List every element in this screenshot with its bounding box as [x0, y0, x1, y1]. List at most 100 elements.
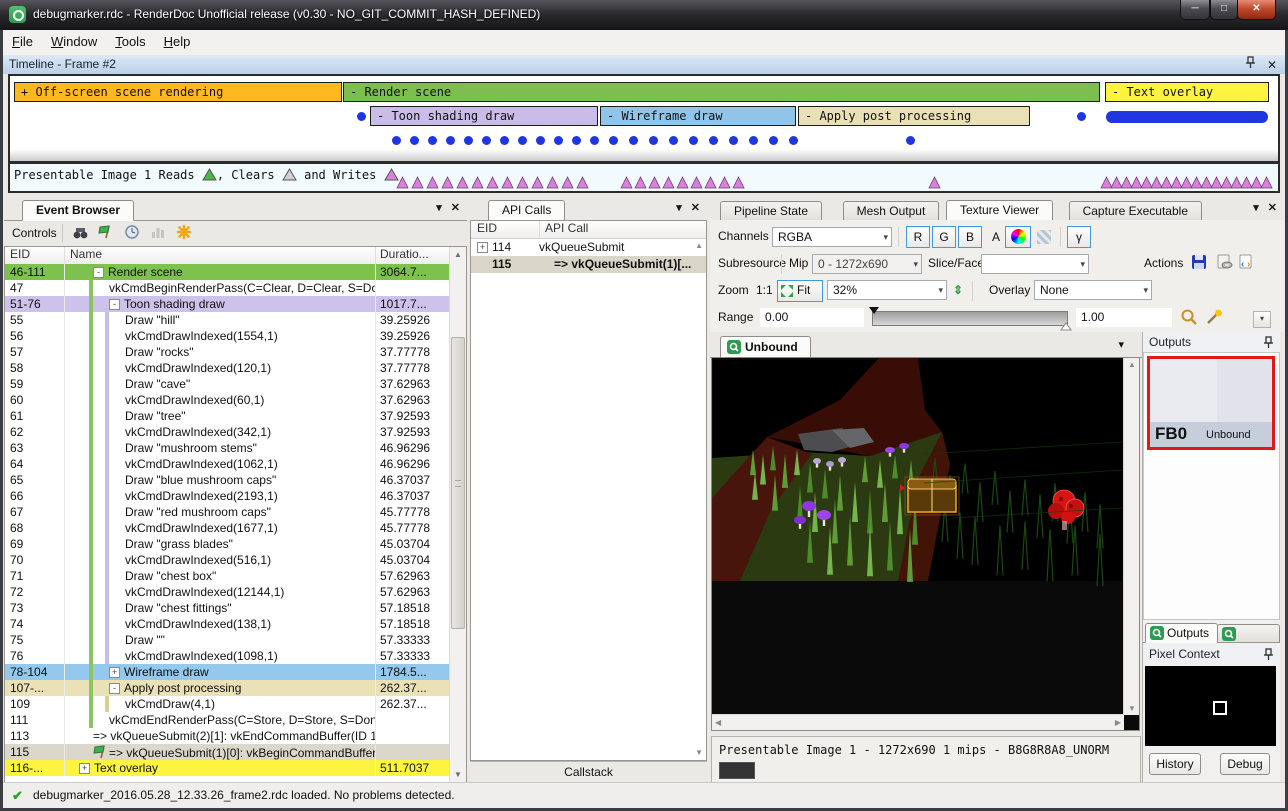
checkerboard-button[interactable]	[1033, 226, 1055, 248]
bookmark-icon[interactable]	[176, 224, 194, 242]
table-row[interactable]: 65Draw "blue mushroom caps"46.37037	[5, 472, 450, 488]
scroll-down-icon[interactable]: ▼	[450, 767, 466, 782]
menu-window[interactable]: Window	[42, 30, 106, 53]
history-button[interactable]: History	[1149, 753, 1201, 775]
time-icon[interactable]	[124, 224, 142, 242]
colorwheel-button[interactable]	[1005, 226, 1031, 248]
pin-icon[interactable]	[1245, 58, 1256, 72]
scroll-up-icon[interactable]: ▲	[1128, 360, 1136, 369]
save-icon[interactable]	[1191, 254, 1213, 274]
expand-icon[interactable]: +	[79, 763, 90, 774]
timeline-draw-dot[interactable]	[518, 136, 527, 145]
timeline-draw-dot[interactable]	[554, 136, 563, 145]
timeline-draw-dot[interactable]	[749, 136, 758, 145]
horizontal-scrollbar[interactable]: ◀ ▶	[712, 714, 1124, 730]
tab-inputs[interactable]: Inputs	[1217, 624, 1281, 643]
timeline-marker--apply-post-processing[interactable]: - Apply post processing	[798, 106, 1030, 126]
timeline-draw-dot[interactable]	[1077, 112, 1086, 121]
menu-help[interactable]: Help	[155, 30, 200, 53]
channels-select[interactable]: RGBA▾	[772, 227, 892, 247]
timeline-marker--wireframe-draw[interactable]: - Wireframe draw	[600, 106, 796, 126]
scroll-left-icon[interactable]: ◀	[715, 718, 721, 727]
zoom-range-icon[interactable]	[1180, 308, 1202, 328]
table-row[interactable]: 70vkCmdDrawIndexed(516,1)45.03704	[5, 552, 450, 568]
table-row[interactable]: 60vkCmdDrawIndexed(60,1)37.62963	[5, 392, 450, 408]
scroll-right-icon[interactable]: ▶	[1115, 718, 1121, 727]
vertical-scrollbar[interactable]: ▲ ▼	[1123, 358, 1139, 715]
table-row[interactable]: 58vkCmdDrawIndexed(120,1)37.77778	[5, 360, 450, 376]
table-row[interactable]: 78-104+Wireframe draw1784.5...	[5, 664, 450, 680]
timeline-draw-dot[interactable]	[789, 136, 798, 145]
tab-capture-executable[interactable]: Capture Executable	[1069, 201, 1202, 221]
collapse-icon[interactable]: -	[93, 267, 104, 278]
timeline-draw-dot[interactable]	[906, 136, 915, 145]
column-header-eid[interactable]: EID	[5, 247, 65, 264]
table-row[interactable]: 66vkCmdDrawIndexed(2193,1)46.37037	[5, 488, 450, 504]
expand-icon[interactable]: +	[109, 667, 120, 678]
tab-api-calls[interactable]: API Calls	[488, 200, 565, 221]
dropdown-icon[interactable]: ▾	[436, 202, 442, 214]
menu-tools[interactable]: Tools	[106, 30, 154, 53]
autorange-wand-icon[interactable]	[1205, 308, 1227, 328]
scroll-up-icon[interactable]: ▲	[695, 241, 703, 250]
api-call-row[interactable]: +114vkQueueSubmit	[471, 239, 706, 256]
table-row[interactable]: 46-111-Render scene3064.7...	[5, 264, 450, 280]
table-row[interactable]: 59Draw "cave"37.62963	[5, 376, 450, 392]
maximize-button[interactable]: □	[1210, 0, 1238, 20]
zoom-select[interactable]: 32%▾	[827, 280, 947, 300]
pin-icon[interactable]	[1263, 647, 1274, 667]
fb0-thumbnail[interactable]: FB0 Unbound	[1147, 356, 1275, 450]
expand-icon[interactable]: +	[477, 242, 488, 253]
link-icon[interactable]	[1216, 254, 1238, 274]
scroll-down-icon[interactable]: ▼	[1128, 704, 1136, 713]
timeline-draw-dot[interactable]	[536, 136, 545, 145]
timeline-draw-dot[interactable]	[482, 136, 491, 145]
tab-unbound-texture[interactable]: Unbound	[720, 336, 811, 358]
timeline-draw-dot[interactable]	[609, 136, 618, 145]
column-header-name[interactable]: Name	[65, 247, 376, 264]
timeline-draw-dot[interactable]	[629, 136, 638, 145]
tab-texture-viewer[interactable]: Texture Viewer	[946, 200, 1053, 221]
timeline-draw-dot[interactable]	[689, 136, 698, 145]
table-row[interactable]: 69Draw "grass blades"45.03704	[5, 536, 450, 552]
collapse-icon[interactable]: -	[109, 299, 120, 310]
scrollbar-thumb[interactable]	[451, 337, 465, 629]
table-row[interactable]: 115=> vkQueueSubmit(1)[0]: vkBeginComman…	[5, 744, 450, 760]
table-row[interactable]: 67Draw "red mushroom caps"45.77778	[5, 504, 450, 520]
timeline-marker--render-scene[interactable]: - Render scene	[343, 82, 1100, 102]
background-color-swatch[interactable]	[719, 762, 755, 779]
timeline-draw-dot[interactable]	[769, 136, 778, 145]
timeline-draw-dot[interactable]	[729, 136, 738, 145]
table-row[interactable]: 71Draw "chest box"57.62963	[5, 568, 450, 584]
minimize-button[interactable]: ─	[1180, 0, 1210, 20]
find-icon[interactable]	[72, 224, 90, 242]
dropdown-icon[interactable]: ▾	[676, 202, 682, 214]
timeline-draw-dot[interactable]	[649, 136, 658, 145]
table-row[interactable]: 116-...+Text overlay511.7037	[5, 760, 450, 776]
timeline-draw-dot[interactable]	[392, 136, 401, 145]
table-row[interactable]: 74vkCmdDrawIndexed(138,1)57.18518	[5, 616, 450, 632]
timeline-draws-capsule[interactable]	[1106, 111, 1268, 123]
texture-canvas[interactable]: ▲ ▼ ◀ ▶	[711, 357, 1140, 731]
column-header-eid[interactable]: EID	[471, 221, 540, 238]
table-row[interactable]: 64vkCmdDrawIndexed(1062,1)46.96296	[5, 456, 450, 472]
table-row[interactable]: 113=> vkQueueSubmit(2)[1]: vkEndCommandB…	[5, 728, 450, 744]
timeline-draw-dot[interactable]	[446, 136, 455, 145]
scroll-up-icon[interactable]: ▲	[450, 247, 466, 262]
sliceface-select[interactable]: ▾	[981, 254, 1089, 274]
table-row[interactable]: 62vkCmdDrawIndexed(342,1)37.92593	[5, 424, 450, 440]
table-row[interactable]: 109vkCmdDraw(4,1)262.37...	[5, 696, 450, 712]
collapse-icon[interactable]: -	[109, 683, 120, 694]
column-header-duratio[interactable]: Duratio...	[376, 247, 450, 264]
autofit-icon[interactable]: ⇕	[953, 283, 963, 297]
timeline-marker--text-overlay[interactable]: - Text overlay	[1105, 82, 1269, 102]
menu-file[interactable]: File	[3, 30, 42, 53]
timeline-draw-dot[interactable]	[709, 136, 718, 145]
close-button[interactable]: ✕	[1237, 0, 1276, 20]
collapse-controls-button[interactable]: ▾	[1253, 311, 1271, 328]
channel-b-button[interactable]: B	[958, 226, 982, 248]
range-max-input[interactable]: 1.00	[1076, 308, 1172, 327]
scroll-down-icon[interactable]: ▼	[695, 748, 703, 757]
timeline-marker--off-screen-scene-rendering[interactable]: + Off-screen scene rendering	[14, 82, 342, 102]
gamma-button[interactable]: γ	[1067, 226, 1091, 248]
